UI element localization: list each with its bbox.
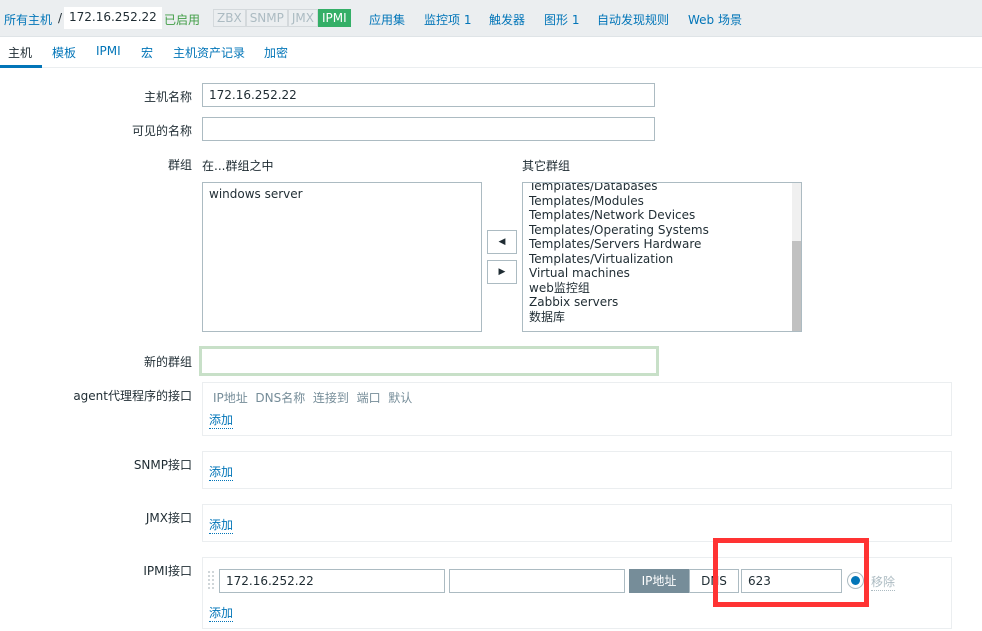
groups-label: 群组 bbox=[167, 158, 192, 172]
nav-triggers[interactable]: 触发器 bbox=[489, 11, 525, 28]
col-ip: IP地址 bbox=[213, 391, 248, 405]
add-snmp-interface-link[interactable]: 添加 bbox=[209, 463, 234, 481]
ipmi-dns-input[interactable] bbox=[449, 569, 625, 593]
highlight-annotation-box bbox=[713, 538, 869, 607]
availability-badges: ZBX SNMP JMX IPMI bbox=[213, 9, 351, 27]
host-header-bar: 所有主机 / 172.16.252.22 已启用 ZBX SNMP JMX IPMI … bbox=[0, 0, 982, 37]
tab-templates[interactable]: 模板 bbox=[52, 44, 76, 61]
badge-ipmi: IPMI bbox=[318, 9, 351, 27]
list-item[interactable]: windows server bbox=[209, 187, 475, 202]
tab-host[interactable]: 主机 bbox=[8, 44, 32, 61]
in-groups-list[interactable]: windows server bbox=[202, 182, 482, 332]
jmx-interfaces-label: JMX接口 bbox=[145, 511, 192, 525]
new-group-input[interactable] bbox=[199, 346, 659, 376]
other-groups-list[interactable]: Templates/Databases Templates/Modules Te… bbox=[522, 182, 802, 332]
nav-graphs[interactable]: 图形 1 bbox=[544, 11, 579, 28]
add-ipmi-interface-link[interactable]: 添加 bbox=[209, 604, 234, 622]
badge-jmx: JMX bbox=[287, 9, 318, 27]
visible-name-input[interactable] bbox=[202, 117, 655, 141]
active-tab-indicator bbox=[0, 65, 42, 68]
col-default: 默认 bbox=[388, 391, 413, 405]
drag-handle-icon[interactable] bbox=[208, 571, 214, 589]
list-item[interactable]: Templates/Virtualization bbox=[529, 252, 795, 267]
agent-interfaces-label: agent代理程序的接口 bbox=[73, 389, 192, 403]
badge-zbx: ZBX bbox=[213, 9, 246, 27]
tab-encryption[interactable]: 加密 bbox=[264, 44, 288, 61]
list-item[interactable]: Templates/Databases bbox=[529, 183, 795, 194]
ipmi-interfaces-label: IPMI接口 bbox=[143, 564, 192, 578]
add-agent-interface-link[interactable]: 添加 bbox=[209, 411, 234, 429]
nav-web-scenarios[interactable]: Web 场景 bbox=[688, 11, 742, 28]
tab-macros[interactable]: 宏 bbox=[141, 44, 153, 61]
in-groups-label: 在...群组之中 bbox=[202, 159, 274, 173]
tab-ipmi[interactable]: IPMI bbox=[96, 44, 121, 58]
list-item[interactable]: Templates/Servers Hardware bbox=[529, 237, 795, 252]
agent-columns: IP地址 DNS名称 连接到 端口 默认 bbox=[213, 389, 412, 406]
agent-interfaces-box: IP地址 DNS名称 连接到 端口 默认 添加 bbox=[202, 382, 952, 436]
host-name-label: 主机名称 bbox=[143, 90, 192, 104]
list-item[interactable]: Zabbix servers bbox=[529, 295, 795, 310]
move-right-button[interactable]: ▶ bbox=[487, 260, 517, 284]
host-name-input[interactable]: 172.16.252.22 bbox=[202, 83, 655, 107]
list-item[interactable]: web监控组 bbox=[529, 281, 795, 296]
breadcrumb-host: 172.16.252.22 bbox=[64, 7, 162, 29]
nav-applications[interactable]: 应用集 bbox=[369, 11, 405, 28]
snmp-interfaces-box: 添加 bbox=[202, 451, 952, 489]
ipmi-ip-input[interactable]: 172.16.252.22 bbox=[219, 569, 445, 593]
col-port: 端口 bbox=[356, 391, 381, 405]
other-groups-label: 其它群组 bbox=[522, 159, 571, 173]
col-dns: DNS名称 bbox=[255, 391, 306, 405]
status-enabled-link[interactable]: 已启用 bbox=[164, 11, 200, 28]
breadcrumb-separator: / bbox=[58, 11, 63, 25]
list-item[interactable]: 数据库 bbox=[529, 310, 795, 325]
list-item[interactable]: Virtual machines bbox=[529, 266, 795, 281]
list-item[interactable]: Templates/Operating Systems bbox=[529, 223, 795, 238]
nav-discovery-rules[interactable]: 自动发现规则 bbox=[597, 11, 669, 28]
scrollbar[interactable] bbox=[792, 183, 801, 331]
add-jmx-interface-link[interactable]: 添加 bbox=[209, 516, 234, 534]
visible-name-label: 可见的名称 bbox=[131, 124, 192, 138]
col-connect: 连接到 bbox=[312, 391, 349, 405]
tab-inventory[interactable]: 主机资产记录 bbox=[173, 44, 245, 61]
badge-snmp: SNMP bbox=[245, 9, 288, 27]
breadcrumb-all-hosts[interactable]: 所有主机 bbox=[4, 11, 52, 28]
connect-ip-toggle[interactable]: IP地址 bbox=[629, 569, 689, 593]
list-item[interactable]: Templates/Modules bbox=[529, 194, 795, 209]
move-left-button[interactable]: ◀ bbox=[487, 230, 517, 254]
form-tabs: 主机 模板 IPMI 宏 主机资产记录 加密 bbox=[0, 37, 982, 68]
new-group-label: 新的群组 bbox=[143, 355, 192, 369]
remove-interface-link[interactable]: 移除 bbox=[871, 573, 896, 591]
list-item[interactable]: Templates/Network Devices bbox=[529, 208, 795, 223]
nav-items[interactable]: 监控项 1 bbox=[424, 11, 471, 28]
snmp-interfaces-label: SNMP接口 bbox=[133, 458, 192, 472]
jmx-interfaces-box: 添加 bbox=[202, 504, 952, 542]
